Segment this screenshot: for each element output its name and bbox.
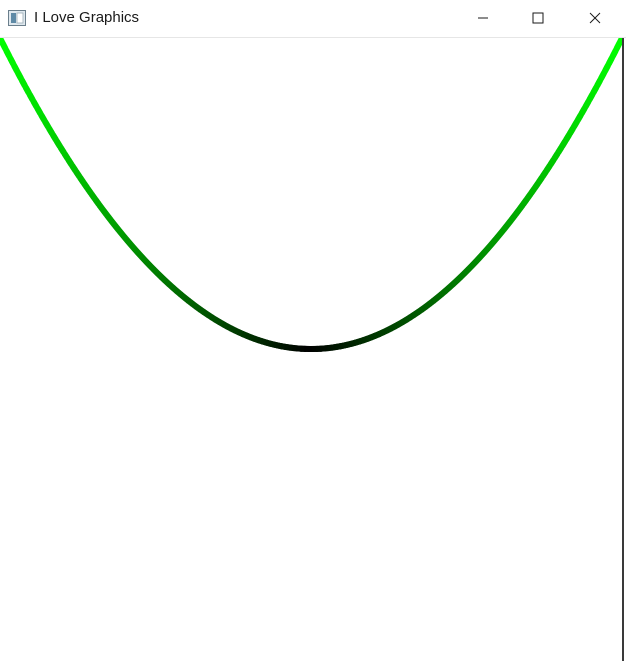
parabola-drawing (0, 38, 622, 661)
maximize-icon (532, 12, 544, 24)
app-window-icon (8, 10, 26, 26)
drawing-canvas (0, 38, 622, 661)
title-bar[interactable]: I Love Graphics (0, 0, 626, 38)
window-right-border (622, 38, 624, 661)
minimize-button[interactable] (460, 0, 506, 36)
window-title: I Love Graphics (34, 9, 139, 27)
app-window: I Love Graphics (0, 0, 626, 661)
maximize-button[interactable] (515, 0, 561, 36)
close-button[interactable] (572, 0, 618, 36)
close-icon (589, 12, 601, 24)
minimize-icon (477, 12, 489, 24)
